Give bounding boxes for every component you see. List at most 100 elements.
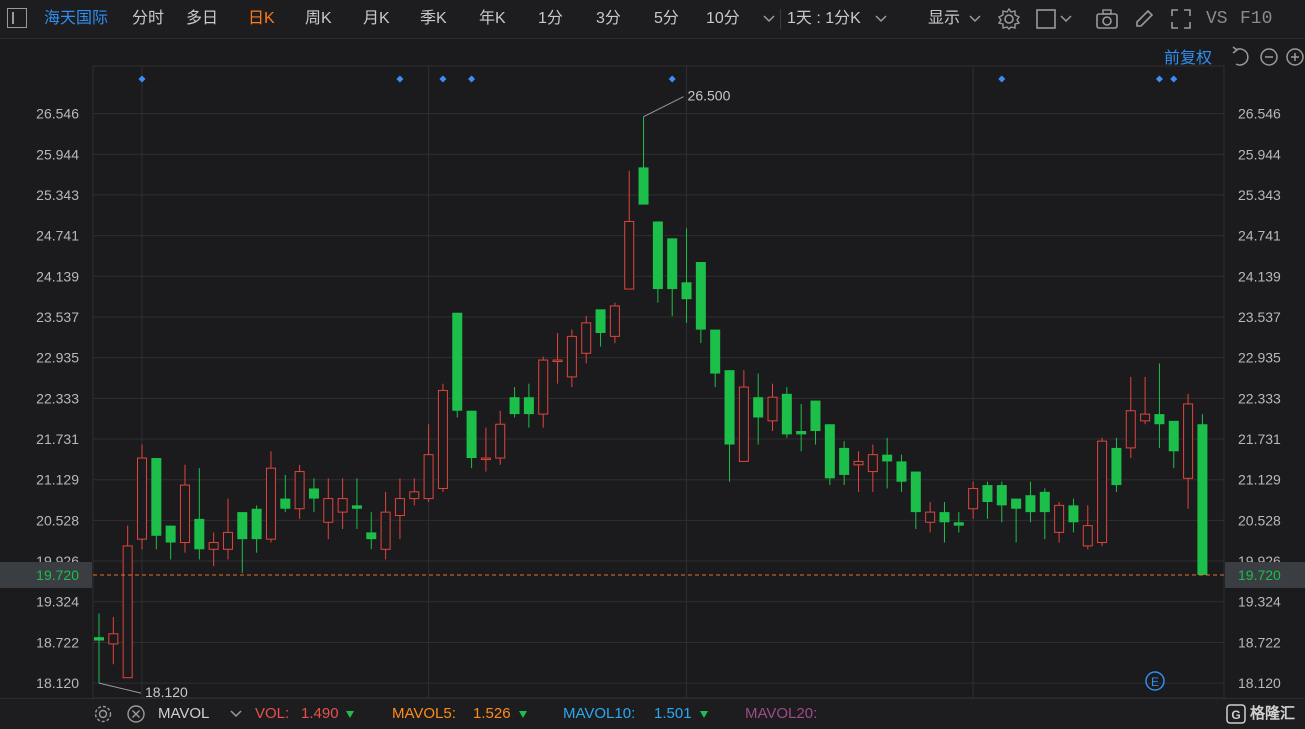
multi-period-chevron-down-icon[interactable] bbox=[874, 12, 888, 26]
tab-period-1[interactable]: 多日 bbox=[186, 0, 218, 38]
candle-body bbox=[910, 471, 921, 513]
candle-body bbox=[996, 485, 1007, 506]
candle bbox=[194, 468, 205, 560]
candle bbox=[767, 383, 778, 432]
candle bbox=[595, 309, 606, 347]
left-axis-tick-label: 25.944 bbox=[36, 146, 79, 162]
candle bbox=[882, 437, 893, 489]
settings-gear-icon[interactable] bbox=[997, 7, 1021, 31]
event-marker bbox=[396, 75, 404, 83]
right-axis-tick-label: 26.546 bbox=[1238, 106, 1281, 122]
camera-icon[interactable] bbox=[1095, 8, 1119, 30]
candle bbox=[1168, 420, 1179, 469]
tab-period-9[interactable]: 5分 bbox=[654, 0, 679, 38]
draw-pencil-icon[interactable] bbox=[1133, 8, 1155, 30]
adjust-mode-label[interactable]: 前复权 bbox=[1164, 49, 1212, 67]
candle bbox=[237, 512, 248, 573]
tab-period-2[interactable]: 日K bbox=[248, 0, 275, 38]
candle bbox=[280, 474, 291, 513]
current-price-tag-left: 19.720 bbox=[36, 567, 79, 583]
vol-value: 1.490 bbox=[301, 705, 339, 722]
zoom-out-icon[interactable] bbox=[1260, 48, 1278, 66]
reset-icon[interactable] bbox=[1232, 46, 1249, 66]
layout-square-icon[interactable] bbox=[1035, 8, 1057, 30]
more-periods-chevron-down-icon[interactable] bbox=[762, 12, 776, 26]
left-axis-tick-label: 22.333 bbox=[36, 390, 79, 406]
tab-period-4[interactable]: 月K bbox=[363, 0, 390, 38]
candle bbox=[480, 427, 491, 472]
tab-period-5[interactable]: 季K bbox=[420, 0, 447, 38]
candle-body bbox=[394, 498, 405, 516]
tab-period-10[interactable]: 10分 bbox=[706, 0, 740, 38]
indicator-settings-gear-icon[interactable] bbox=[93, 704, 113, 724]
candle bbox=[1111, 437, 1122, 492]
candle bbox=[724, 370, 735, 482]
candle-body bbox=[94, 637, 104, 641]
tab-period-8[interactable]: 3分 bbox=[596, 0, 621, 38]
display-menu[interactable]: 显示 bbox=[928, 0, 960, 38]
tab-period-7[interactable]: 1分 bbox=[538, 0, 563, 38]
candle-body bbox=[796, 431, 807, 435]
candle bbox=[781, 387, 792, 438]
left-axis-tick-label: 21.731 bbox=[36, 431, 79, 447]
tab-period-6[interactable]: 年K bbox=[479, 0, 506, 38]
event-marker bbox=[998, 75, 1006, 83]
candle bbox=[681, 228, 692, 323]
mavol10-value: 1.501 bbox=[654, 705, 692, 722]
candle-body bbox=[452, 312, 463, 411]
vs-compare-button[interactable]: VS bbox=[1206, 0, 1228, 38]
candle-body bbox=[280, 498, 291, 509]
indicator-name[interactable]: MAVOL bbox=[158, 699, 209, 729]
multi-period-select[interactable]: 1天 : 1分K bbox=[787, 0, 861, 38]
stock-name[interactable]: 海天国际 bbox=[44, 0, 108, 38]
candle bbox=[609, 302, 620, 344]
candle bbox=[523, 383, 534, 428]
candle bbox=[1054, 501, 1065, 543]
display-chevron-down-icon[interactable] bbox=[968, 12, 982, 26]
candle-body bbox=[925, 511, 936, 523]
candle bbox=[452, 312, 463, 418]
candle-body bbox=[222, 531, 233, 550]
layout-chevron-down-icon[interactable] bbox=[1059, 12, 1073, 26]
candle bbox=[996, 481, 1007, 523]
low-price-annotation: 18.120 bbox=[145, 684, 188, 698]
candle-body bbox=[638, 167, 649, 205]
f10-button[interactable]: F10 bbox=[1240, 0, 1272, 38]
candle-body bbox=[552, 359, 563, 363]
candle-body bbox=[767, 396, 778, 422]
candle-body bbox=[179, 484, 190, 544]
right-axis-tick-label: 24.741 bbox=[1238, 228, 1281, 244]
candlestick-chart[interactable]: 26.500 18.120 26.546 25.944 25.343 24.741 24.… bbox=[0, 38, 1305, 698]
candle-body bbox=[1011, 498, 1022, 509]
candle bbox=[1068, 498, 1079, 533]
sidebar-toggle-icon[interactable] bbox=[7, 8, 27, 28]
tab-period-3[interactable]: 周K bbox=[305, 0, 332, 38]
candle bbox=[710, 329, 721, 388]
candle-body bbox=[265, 467, 276, 540]
candle-body bbox=[437, 389, 448, 489]
candle bbox=[1025, 481, 1036, 523]
candle-body bbox=[136, 457, 147, 540]
tab-period-0[interactable]: 分时 bbox=[132, 0, 164, 38]
candle-body bbox=[595, 309, 606, 333]
candle-body bbox=[480, 457, 491, 461]
candle bbox=[1183, 393, 1194, 509]
right-axis-tick-label: 24.139 bbox=[1238, 268, 1281, 284]
candle-body bbox=[566, 335, 577, 378]
fullscreen-icon[interactable] bbox=[1170, 8, 1192, 30]
candle bbox=[667, 238, 678, 317]
candle-body bbox=[710, 329, 721, 374]
event-marker bbox=[439, 75, 447, 83]
candle bbox=[466, 410, 477, 469]
left-axis-tick-label: 20.528 bbox=[36, 512, 79, 528]
event-badge[interactable]: E bbox=[1145, 671, 1165, 691]
close-indicator-icon[interactable] bbox=[126, 704, 146, 724]
candle-body bbox=[853, 460, 864, 466]
candle-body bbox=[466, 410, 477, 459]
candle bbox=[1097, 437, 1108, 546]
candle bbox=[423, 424, 434, 502]
zoom-in-icon[interactable] bbox=[1286, 48, 1304, 66]
candle-body bbox=[351, 505, 362, 509]
candle-body bbox=[380, 511, 391, 550]
indicator-chevron-down-icon[interactable] bbox=[229, 707, 243, 721]
